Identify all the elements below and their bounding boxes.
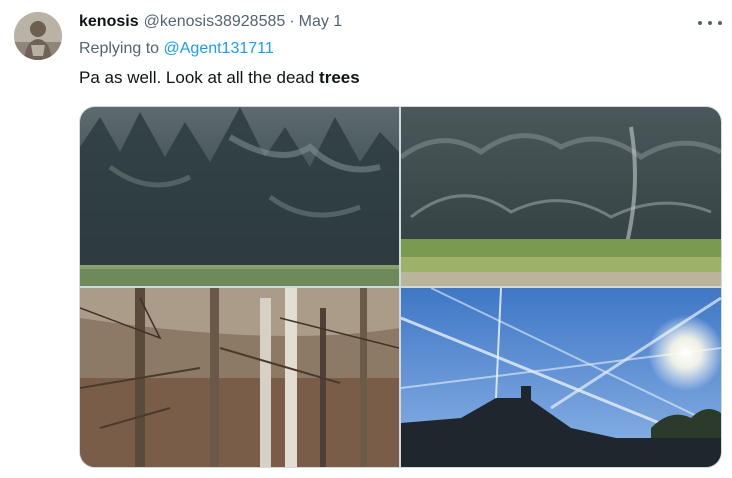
more-horizontal-icon-dot <box>718 21 722 25</box>
photo-sagging-trees[interactable] <box>401 107 721 286</box>
more-horizontal-icon-dot <box>708 21 712 25</box>
more-horizontal-icon <box>698 21 702 25</box>
avatar[interactable] <box>14 12 62 60</box>
photo-forest-edge-image <box>80 107 399 286</box>
tweet-header: kenosis @kenosis38928585 · May 1 <box>79 13 342 35</box>
separator-dot: · <box>289 13 295 30</box>
photo-dead-trunks[interactable] <box>80 288 399 467</box>
photo-sagging-trees-image <box>401 107 721 286</box>
photo-dead-trunks-image <box>80 288 399 467</box>
tweet-text-plain: Pa as well. Look at all the dead <box>79 68 320 87</box>
tweet-text: Pa as well. Look at all the dead trees <box>79 68 360 88</box>
photo-forest-edge[interactable] <box>80 107 399 286</box>
tweet-text-bold: trees <box>319 68 360 87</box>
author-name[interactable]: kenosis <box>79 13 139 31</box>
photo-contrails-sky-image <box>401 288 721 467</box>
replying-to-label: Replying to <box>79 40 164 57</box>
photo-contrails-sky[interactable] <box>401 288 721 467</box>
media-grid <box>79 106 722 468</box>
tweet-date[interactable]: May 1 <box>299 13 343 31</box>
more-options-button[interactable] <box>698 14 722 32</box>
tweet: kenosis @kenosis38928585 · May 1 Replyin… <box>0 0 732 478</box>
author-handle[interactable]: @kenosis38928585 <box>144 13 286 31</box>
mention-link[interactable]: @Agent131711 <box>164 40 274 57</box>
replying-to-line: Replying to @Agent131711 <box>79 40 274 58</box>
avatar-image <box>14 12 62 60</box>
